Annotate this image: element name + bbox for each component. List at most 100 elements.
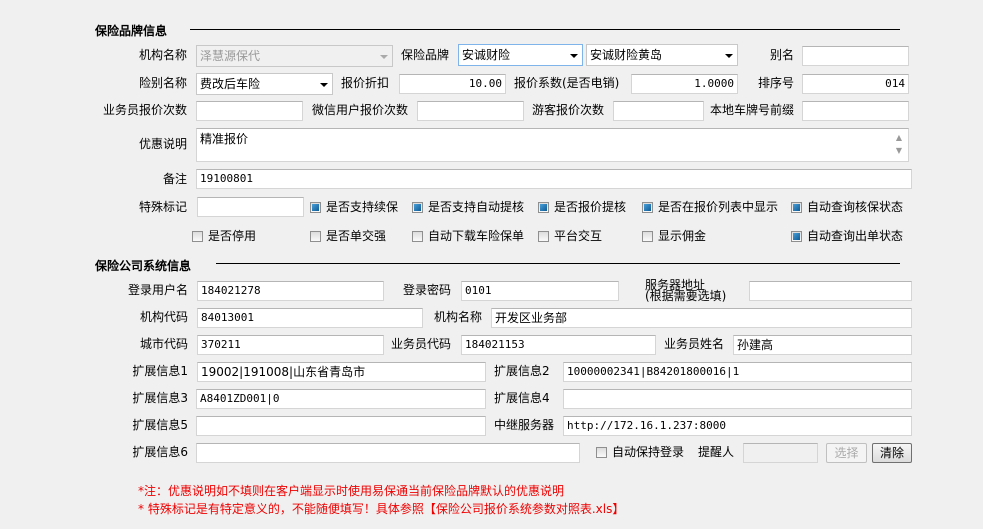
note-special: * 特殊标记是有特定意义的，不能随便填写！具体参照【保险公司报价系统参数对照表.…	[138, 502, 625, 516]
divider	[190, 29, 900, 30]
guest-quotes-input[interactable]	[613, 101, 704, 121]
wechat-quotes-input[interactable]	[417, 101, 524, 121]
checkbox-checked-icon	[310, 201, 321, 213]
server-label-line2: (根据需要选填)	[645, 289, 727, 303]
checkbox-label: 自动查询核保状态	[807, 200, 904, 214]
brand-value: 安诚财险	[462, 48, 511, 62]
relay-label: 中继服务器	[494, 418, 555, 432]
checkbox-unchecked-icon	[538, 230, 549, 242]
ext5-input[interactable]	[196, 416, 486, 436]
scrollbar[interactable]: ▲ ▼	[892, 131, 906, 159]
relay-input[interactable]: http://172.16.1.237:8000	[563, 416, 912, 436]
checkbox-label: 平台交互	[554, 229, 603, 243]
checkbox-auto-review[interactable]: 是否支持自动提核	[412, 199, 524, 215]
ext5-label: 扩展信息5	[132, 418, 188, 432]
checkbox-unchecked-icon	[412, 230, 423, 242]
checkbox-label: 自动查询出单状态	[807, 229, 904, 243]
server-input[interactable]	[749, 281, 912, 301]
ext6-label: 扩展信息6	[132, 445, 188, 459]
agent-name-input[interactable]: 孙建高	[733, 335, 912, 355]
ext1-label: 扩展信息1	[132, 364, 188, 378]
city-code-input[interactable]: 370211	[197, 335, 384, 355]
order-input[interactable]: 014	[802, 74, 909, 94]
promo-textarea[interactable]: 精准报价 ▲ ▼	[196, 128, 909, 162]
ext3-input[interactable]: A8401ZD001|0	[196, 389, 486, 409]
company-org-name-input[interactable]: 开发区业务部	[491, 308, 912, 328]
chevron-down-icon	[725, 54, 733, 58]
agent-quotes-label: 业务员报价次数	[102, 103, 187, 117]
insurance-type-combo[interactable]: 费改后车险	[196, 73, 333, 95]
checkbox-label: 自动下载车险保单	[428, 229, 525, 243]
checkbox-platform-interaction[interactable]: 平台交互	[538, 228, 602, 244]
clear-button[interactable]: 清除	[872, 443, 912, 463]
checkbox-show-commission[interactable]: 显示佣金	[642, 228, 706, 244]
section-title-system: 保险公司系统信息	[95, 259, 192, 273]
chevron-down-icon	[380, 55, 388, 59]
company-org-name-label: 机构名称	[434, 310, 483, 324]
coef-label: 报价系数(是否电销)	[514, 76, 620, 90]
login-pwd-input[interactable]: 0101	[461, 281, 619, 301]
checkbox-unchecked-icon	[310, 230, 321, 242]
ext2-input[interactable]: 10000002341|B84201800016|1	[563, 362, 912, 382]
agent-quotes-input[interactable]	[196, 101, 303, 121]
checkbox-label: 显示佣金	[658, 229, 707, 243]
remark-input[interactable]: 19100801	[196, 169, 912, 189]
brand-label: 保险品牌	[401, 48, 450, 62]
select-button[interactable]: 选择	[826, 443, 867, 463]
special-label: 特殊标记	[138, 200, 187, 214]
wechat-quotes-label: 微信用户报价次数	[312, 103, 409, 117]
org-name-combo[interactable]: 泽慧源保代	[196, 45, 393, 67]
ext4-input[interactable]	[563, 389, 912, 409]
checkbox-quote-review[interactable]: 是否报价提核	[538, 199, 626, 215]
guest-quotes-label: 游客报价次数	[532, 103, 605, 117]
checkbox-unchecked-icon	[596, 446, 607, 458]
checkbox-disabled[interactable]: 是否停用	[192, 228, 256, 244]
promo-value: 精准报价	[200, 132, 249, 146]
org-code-input[interactable]: 84013001	[197, 308, 423, 328]
checkbox-label: 是否停用	[208, 229, 257, 243]
alias-input[interactable]	[802, 46, 909, 66]
server-label: 服务器地址 (根据需要选填)	[645, 279, 727, 303]
plate-prefix-label: 本地车牌号前缀	[709, 103, 794, 117]
checkbox-checked-icon	[642, 201, 653, 213]
chevron-down-icon	[570, 54, 578, 58]
reminder-label: 提醒人	[698, 445, 735, 459]
chevron-down-icon	[320, 83, 328, 87]
agent-code-input[interactable]: 184021153	[461, 335, 656, 355]
checkbox-checked-icon	[412, 201, 423, 213]
login-pwd-label: 登录密码	[403, 283, 452, 297]
order-label: 排序号	[757, 76, 794, 90]
reminder-input[interactable]	[743, 443, 818, 463]
city-code-label: 城市代码	[139, 337, 188, 351]
sub-brand-value: 安诚财险黄岛	[590, 48, 663, 62]
checkbox-auto-query-underwriting[interactable]: 自动查询核保状态	[791, 199, 903, 215]
checkbox-auto-download-policy[interactable]: 自动下载车险保单	[412, 228, 524, 244]
sub-brand-combo[interactable]: 安诚财险黄岛	[586, 44, 738, 66]
login-user-input[interactable]: 184021278	[197, 281, 384, 301]
ext2-label: 扩展信息2	[494, 364, 550, 378]
alias-label: 别名	[769, 48, 794, 62]
ext6-input[interactable]	[196, 443, 580, 463]
ext4-label: 扩展信息4	[494, 391, 550, 405]
ext1-input[interactable]: 19002|191008|山东省青岛市	[197, 362, 486, 382]
remark-label: 备注	[162, 172, 187, 186]
checkbox-auto-query-issuance[interactable]: 自动查询出单状态	[791, 228, 903, 244]
checkbox-show-in-list[interactable]: 是否在报价列表中显示	[642, 199, 778, 215]
checkbox-unchecked-icon	[192, 230, 203, 242]
insurance-type-value: 费改后车险	[200, 77, 261, 91]
checkbox-checked-icon	[791, 230, 802, 242]
org-name-label: 机构名称	[138, 48, 187, 62]
brand-combo[interactable]: 安诚财险	[458, 44, 583, 66]
checkbox-renewal[interactable]: 是否支持续保	[310, 199, 398, 215]
checkbox-compulsory-only[interactable]: 是否单交强	[310, 228, 386, 244]
coef-input[interactable]: 1.0000	[631, 74, 738, 94]
checkbox-label: 是否报价提核	[554, 200, 627, 214]
checkbox-label: 自动保持登录	[612, 445, 685, 459]
checkbox-keep-login[interactable]: 自动保持登录	[596, 444, 684, 460]
promo-label: 优惠说明	[138, 137, 187, 151]
special-input[interactable]	[197, 197, 304, 217]
org-name-value: 泽慧源保代	[200, 49, 261, 63]
login-user-label: 登录用户名	[127, 283, 188, 297]
plate-prefix-input[interactable]	[802, 101, 909, 121]
discount-input[interactable]: 10.00	[399, 74, 506, 94]
